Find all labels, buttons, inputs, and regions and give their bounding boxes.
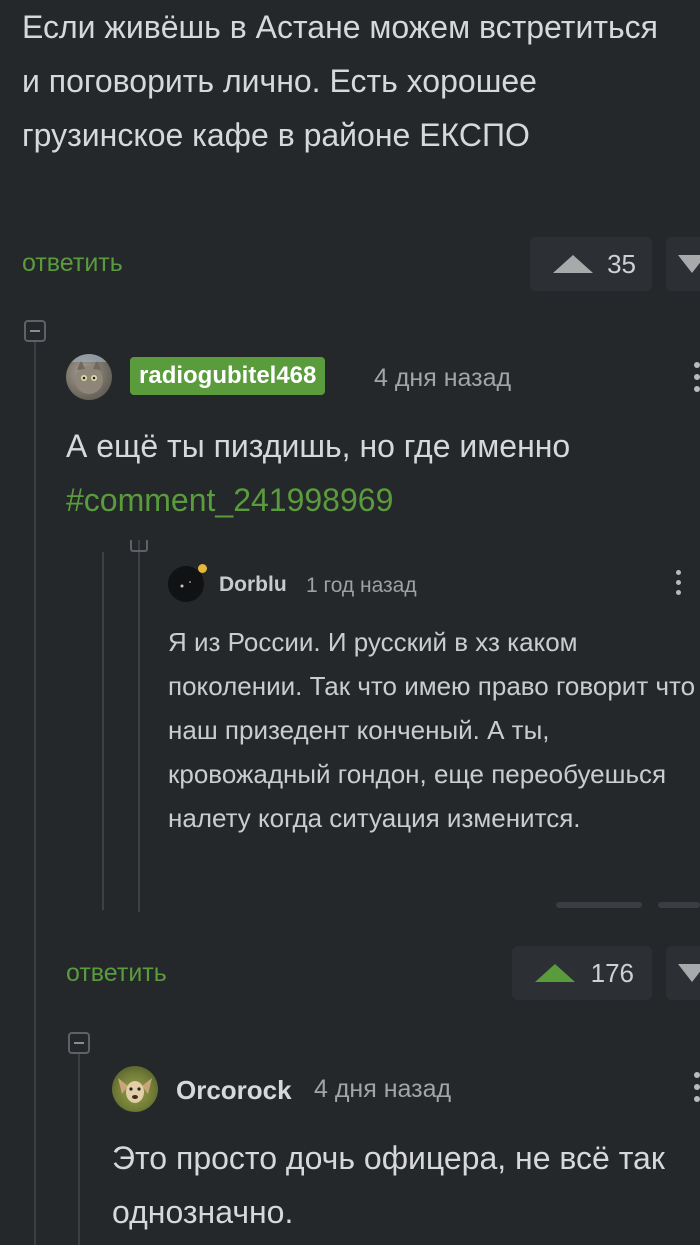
quote-time: 1 год назад bbox=[306, 574, 417, 597]
author-name[interactable]: Orcorock bbox=[176, 1075, 292, 1106]
avatar[interactable] bbox=[112, 1066, 158, 1112]
comment-time: 4 дня назад bbox=[314, 1075, 452, 1103]
minus-square-icon[interactable] bbox=[68, 1032, 90, 1054]
comment-body: А ещё ты пиздишь, но где именно bbox=[66, 428, 571, 464]
online-dot bbox=[198, 564, 207, 573]
quote-divider bbox=[658, 902, 700, 908]
quote-divider bbox=[556, 902, 642, 908]
minus-square-icon[interactable] bbox=[24, 320, 46, 342]
reply-link[interactable]: ответить bbox=[66, 959, 167, 988]
vertical-dots-icon[interactable] bbox=[694, 362, 700, 398]
vertical-dots-icon[interactable] bbox=[694, 1072, 700, 1108]
comment-hashtag-link[interactable]: #comment_241998969 bbox=[66, 473, 686, 527]
thread-line bbox=[78, 1054, 80, 1245]
downvote-box bbox=[666, 946, 700, 1000]
triangle-up-icon[interactable] bbox=[534, 964, 575, 982]
vote-box: 176 bbox=[512, 946, 652, 1000]
minus-square-icon bbox=[130, 540, 148, 552]
reply-link[interactable]: ответить bbox=[22, 249, 123, 278]
triangle-down-icon[interactable] bbox=[678, 255, 700, 273]
cat-avatar-icon bbox=[66, 354, 112, 394]
vote-box: 35 bbox=[530, 237, 652, 291]
comment-time: 4 дня назад bbox=[374, 364, 512, 392]
quote-text: Я из России. И русский в хз каком поколе… bbox=[168, 627, 696, 833]
quote-thread-line bbox=[102, 552, 104, 910]
triangle-down-icon[interactable] bbox=[678, 964, 700, 982]
downvote-box bbox=[666, 237, 700, 291]
rating-count: 35 bbox=[607, 248, 636, 279]
comment-text: А ещё ты пиздишь, но где именно #comment… bbox=[66, 419, 686, 527]
quote-thread-line bbox=[138, 540, 140, 912]
quote-author: Dorblu bbox=[219, 573, 287, 596]
comment-text: Это просто дочь офицера, не всё так одно… bbox=[112, 1140, 665, 1230]
triangle-up-icon[interactable] bbox=[553, 255, 594, 273]
top-comment-text: Если живёшь в Астане можем встретиться и… bbox=[22, 9, 658, 153]
author-badge[interactable]: radiogubitel468 bbox=[130, 357, 326, 395]
dog-avatar-icon bbox=[118, 1078, 152, 1103]
quoted-comment-screenshot: Dorblu 1 год назад Я из России. И русски… bbox=[96, 540, 700, 912]
thread-line bbox=[34, 342, 36, 1245]
rating-count: 176 bbox=[590, 957, 634, 988]
avatar[interactable] bbox=[66, 354, 112, 400]
vertical-dots-icon bbox=[676, 570, 684, 601]
